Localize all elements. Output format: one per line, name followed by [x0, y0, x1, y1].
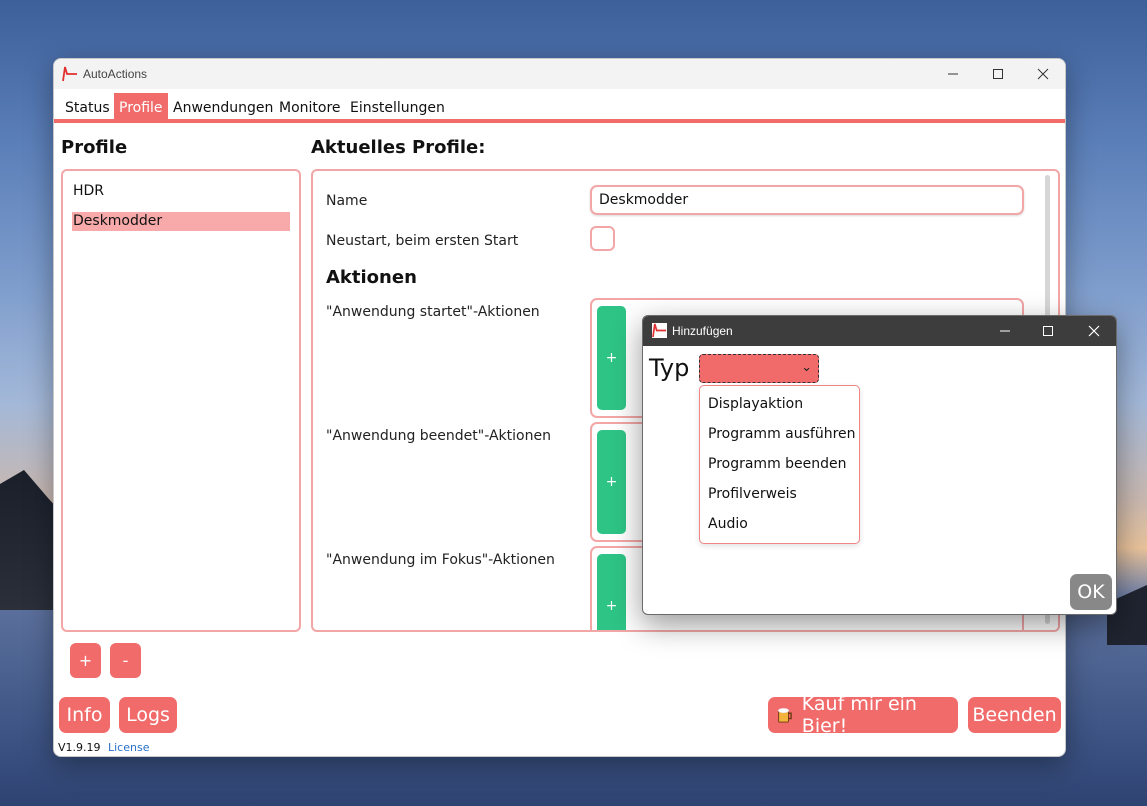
name-label: Name: [326, 193, 368, 209]
window-title: AutoActions: [83, 67, 148, 81]
version-label: V1.9.19: [58, 741, 101, 754]
tab-status[interactable]: Status: [60, 93, 115, 123]
app-logo-icon: [62, 66, 77, 82]
dropdown-option-profilverweis[interactable]: Profilverweis: [708, 486, 797, 502]
dropdown-option-programm-beenden[interactable]: Programm beenden: [708, 456, 847, 472]
quit-button[interactable]: Beenden: [968, 697, 1061, 733]
dialog-title-bar[interactable]: Hinzufügen: [643, 316, 1116, 346]
profiles-heading: Profile: [61, 137, 128, 158]
profile-list[interactable]: HDR Deskmodder: [61, 169, 301, 632]
focus-actions-label: "Anwendung im Fokus"-Aktionen: [326, 552, 555, 568]
add-focus-action-button[interactable]: +: [597, 554, 626, 630]
dialog-maximize-button[interactable]: [1025, 316, 1071, 346]
start-actions-label: "Anwendung startet"-Aktionen: [326, 304, 540, 320]
beer-mug-icon: [778, 708, 792, 723]
maximize-icon: [1043, 326, 1053, 336]
buy-beer-button[interactable]: Kauf mir ein Bier!: [768, 693, 958, 737]
info-button[interactable]: Info: [59, 697, 110, 733]
add-end-action-button[interactable]: +: [597, 430, 626, 534]
add-start-action-button[interactable]: +: [597, 306, 626, 410]
chevron-down-icon: ⌄: [801, 360, 812, 375]
type-dropdown-list: Displayaktion Programm ausführen Program…: [699, 385, 860, 544]
dialog-minimize-button[interactable]: [982, 316, 1028, 346]
current-profile-heading: Aktuelles Profile:: [311, 137, 486, 158]
close-icon: [1037, 68, 1049, 80]
profile-name-input[interactable]: Deskmodder: [590, 185, 1024, 215]
license-link[interactable]: License: [108, 741, 149, 754]
buy-beer-label: Kauf mir ein Bier!: [801, 693, 917, 737]
tab-anwendungen[interactable]: Anwendungen: [168, 93, 278, 123]
restart-checkbox[interactable]: [590, 226, 615, 251]
add-profile-button[interactable]: +: [70, 643, 101, 678]
ok-button[interactable]: OK: [1070, 574, 1112, 610]
app-logo-icon: [652, 323, 667, 338]
minimize-icon: [948, 73, 958, 75]
profile-item-hdr[interactable]: HDR: [72, 182, 290, 201]
tab-einstellungen[interactable]: Einstellungen: [345, 93, 450, 123]
restart-label: Neustart, beim ersten Start: [326, 233, 519, 249]
close-button[interactable]: [1020, 59, 1065, 89]
profile-item-deskmodder[interactable]: Deskmodder: [72, 212, 290, 231]
actions-heading: Aktionen: [326, 267, 417, 288]
end-actions-label: "Anwendung beendet"-Aktionen: [326, 428, 551, 444]
dialog-close-button[interactable]: [1071, 316, 1116, 346]
type-select[interactable]: ⌄: [699, 354, 819, 383]
remove-profile-button[interactable]: -: [110, 643, 141, 678]
maximize-icon: [993, 69, 1003, 79]
add-dialog: Hinzufügen Typ ⌄ Displayaktion Programm …: [642, 315, 1117, 615]
title-bar[interactable]: AutoActions: [54, 59, 1065, 89]
dropdown-option-displayaktion[interactable]: Displayaktion: [708, 396, 803, 412]
minimize-icon: [1000, 330, 1010, 332]
dropdown-option-audio[interactable]: Audio: [708, 516, 748, 532]
dialog-title: Hinzufügen: [672, 324, 733, 338]
close-icon: [1088, 325, 1100, 337]
type-label: Typ: [649, 354, 690, 382]
logs-button[interactable]: Logs: [119, 697, 177, 733]
tab-bar: Status Profile Anwendungen Monitore Eins…: [54, 89, 1065, 123]
dropdown-option-programm-ausfuehren[interactable]: Programm ausführen: [708, 426, 856, 442]
maximize-button[interactable]: [975, 59, 1021, 89]
tab-profile[interactable]: Profile: [114, 93, 168, 123]
tab-monitore[interactable]: Monitore: [274, 93, 346, 123]
minimize-button[interactable]: [930, 59, 976, 89]
